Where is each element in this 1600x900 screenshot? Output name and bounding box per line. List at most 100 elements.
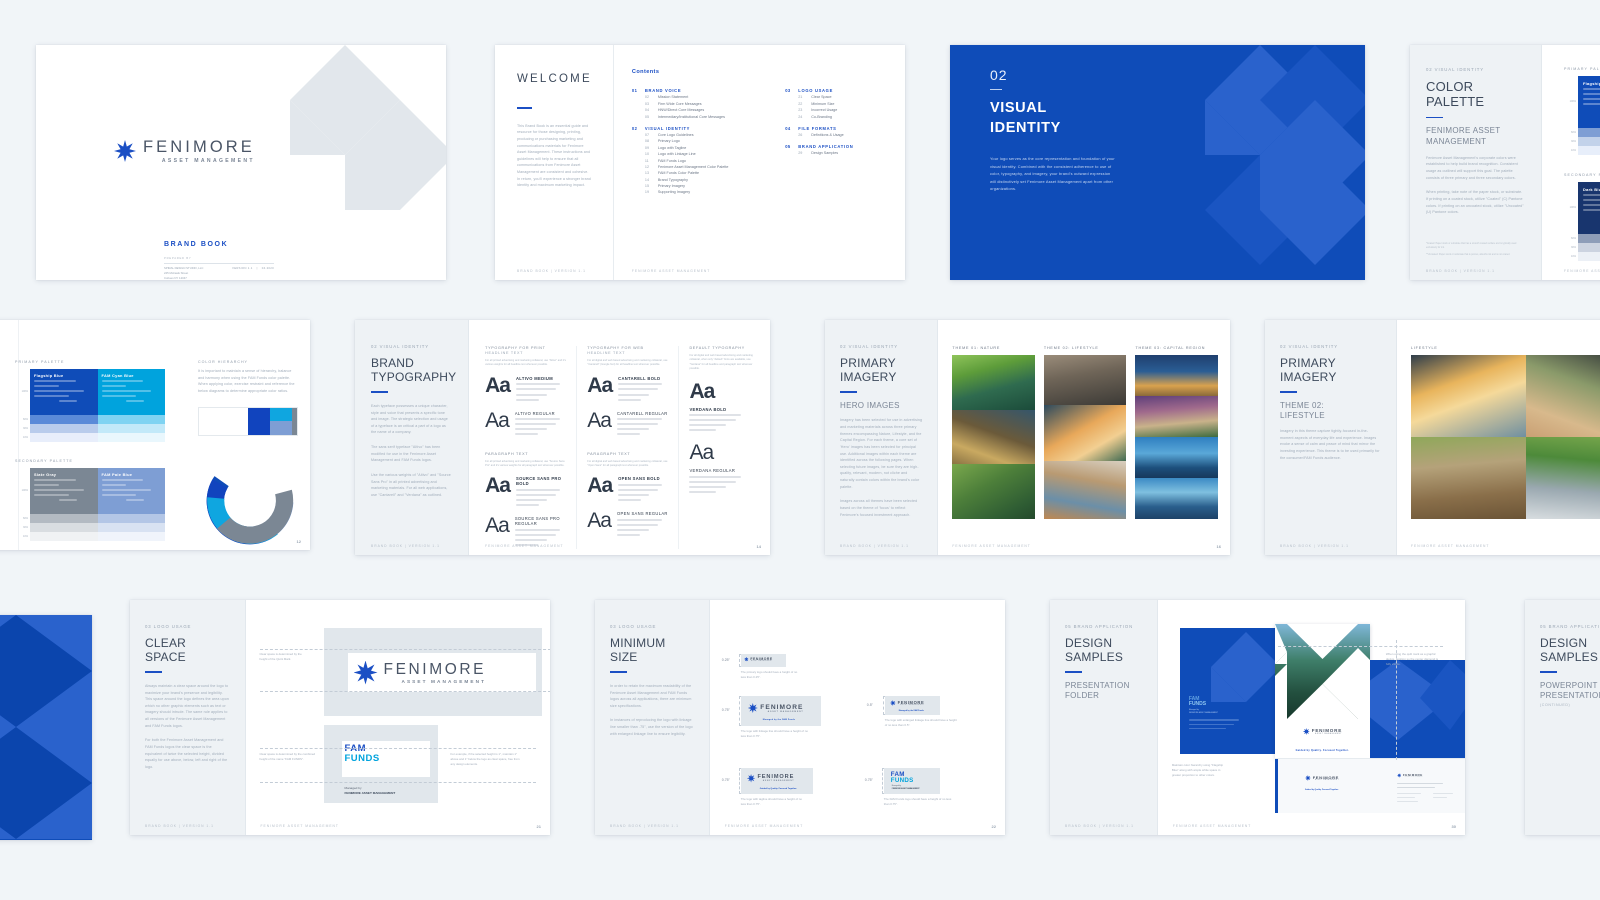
- page-clear-space[interactable]: 03 LOGO USAGE CLEAR SPACE Always maintai…: [130, 600, 550, 835]
- contents-item[interactable]: 23 Incorrect Usage: [785, 108, 887, 112]
- palette-fineprint-2: **Uncoated: Paper stock or substrate tha…: [1426, 254, 1511, 257]
- contents-section: 02 VISUAL IDENTITY: [632, 126, 769, 131]
- cover-logo: FENIMORE ASSET MANAGEMENT: [114, 138, 255, 164]
- page-eyebrow: 03 LOGO USAGE: [610, 624, 657, 629]
- contents-item[interactable]: 12 Fenimore Asset Management Color Palett…: [632, 165, 769, 169]
- contents-item-page: 12: [644, 164, 649, 169]
- page-brand-typography[interactable]: 02 VISUAL IDENTITY BRAND TYPOGRAPHY Each…: [355, 320, 770, 555]
- minsize-caption: The logo with enlarged linkage line shou…: [884, 718, 957, 728]
- page-cover[interactable]: FENIMORE ASSET MANAGEMENT BRAND BOOK PRE…: [36, 45, 446, 280]
- typography-paragraph-1: Each typeface possesses a unique charact…: [371, 403, 448, 435]
- cover-version-separator: |: [256, 266, 258, 271]
- contents-item[interactable]: 24 Co-Branding: [785, 115, 887, 119]
- page-visual-identity-divider[interactable]: 02 VISUAL IDENTITY Your logo serves as t…: [950, 45, 1365, 280]
- famfunds-managed-brand: FENIMORE ASSET MANAGEMENT: [1188, 711, 1219, 714]
- section-title-line1: VISUAL: [990, 100, 1047, 116]
- contents-item[interactable]: 11 FAM Funds Logo: [632, 159, 769, 163]
- contents-item[interactable]: 08 Primary Logo: [632, 139, 769, 143]
- contents-item[interactable]: 02 Mission Statement: [632, 95, 769, 99]
- contents-item[interactable]: 26 Definitions & Usage: [785, 133, 887, 137]
- page-footer-left: BRAND BOOK | VERSION 1.1: [517, 269, 587, 273]
- minsize-dimension: 0.75": [721, 778, 730, 782]
- theme-photo-stack: [1135, 355, 1218, 519]
- column-note-2: For all digital and web based advertisin…: [587, 459, 668, 467]
- swatch-name: Flagship Blue: [34, 373, 64, 378]
- page-eyebrow: 02 VISUAL IDENTITY: [840, 344, 899, 349]
- contents-item[interactable]: 29 Design Samples: [785, 151, 887, 155]
- type-sample-name: CANTARELL REGULAR: [616, 410, 668, 416]
- page-subtitle-line1: POWERPOINT: [1540, 680, 1598, 690]
- contents-item-label: Intermediary/Institutional Core Messages: [657, 114, 725, 119]
- contents-item[interactable]: 07 Core Logo Guidelines: [632, 133, 769, 137]
- type-sample-name: OPEN SANS BOLD: [618, 476, 660, 482]
- contents-item[interactable]: 05 Intermediary/Institutional Core Messag…: [632, 115, 769, 119]
- contents-item[interactable]: 09 Logo with Tagline: [632, 146, 769, 150]
- contents-section-number: 02: [631, 125, 638, 131]
- minsize-logo-box: FAM FUNDS Managed by FENIMORE ASSET MANA…: [883, 768, 940, 794]
- contents-item-label: FAM Funds Logo: [657, 158, 686, 163]
- contents-item[interactable]: 14 Brand Typography: [632, 178, 769, 182]
- page-imagery-lifestyle[interactable]: 02 VISUAL IDENTITY PRIMARY IMAGERY THEME…: [1265, 320, 1600, 555]
- page-eyebrow: 03 LOGO USAGE: [145, 624, 192, 629]
- contents-item-page: 24: [798, 114, 803, 119]
- page-design-samples[interactable]: 05 BRAND APPLICATION DESIGN SAMPLES PRES…: [1050, 600, 1465, 835]
- minsize-logo-box: FENIMORE ASSET MANAGEMENT Managed by the…: [884, 696, 940, 715]
- contents-item[interactable]: 21 Clear Space: [785, 95, 887, 99]
- page-subtitle-line2: PRESENTATION: [1540, 691, 1600, 701]
- page-title-line2: PALETTE: [1426, 94, 1485, 110]
- contents-item[interactable]: 03 Firm Wide Core Messages: [632, 102, 769, 106]
- contents-item[interactable]: 19 Supporting Imagery: [632, 190, 769, 194]
- page-color-palette[interactable]: 02 VISUAL IDENTITY COLOR PALETTE FENIMOR…: [1410, 45, 1600, 280]
- swatch-name-secondary: Dark Blue: [1583, 187, 1600, 192]
- contents-section-number: 05: [785, 143, 791, 149]
- contents-section-number: 03: [785, 88, 791, 93]
- type-sample-name: VERDANA BOLD: [689, 406, 727, 412]
- page-minimum-size[interactable]: 03 LOGO USAGE MINIMUM SIZE In order to r…: [595, 600, 1005, 835]
- contents-item-page: 03: [644, 101, 649, 106]
- hierarchy-ratio-bar: [198, 406, 298, 436]
- contents-heading: Contents: [631, 69, 660, 75]
- contents-item-label: Fenimore Asset Management Color Palette: [657, 164, 729, 169]
- cover-version: VERSION 1.1: [232, 266, 253, 271]
- page-palette-spread[interactable]: PRIMARY PALETTE 100% 60% 30% 10% Flagshi…: [0, 320, 310, 550]
- swatch-name-primary: Flagship Blue: [1583, 81, 1600, 86]
- contents-item[interactable]: 15 Primary Imagery: [632, 184, 769, 188]
- type-sample-glyph: Aa: [587, 474, 613, 498]
- palette-fineprint-1: *Coated: Paper stock or substrate that h…: [1426, 243, 1517, 250]
- column-heading-2: PARAGRAPH TEXT: [587, 451, 631, 456]
- minsize-caption: The FAM Funds logo should have a height …: [883, 797, 952, 807]
- color-hierarchy-heading: COLOR HIERARCHY: [198, 360, 248, 364]
- page-primary-imagery[interactable]: 02 VISUAL IDENTITY PRIMARY IMAGERY HERO …: [825, 320, 1230, 555]
- page-design-samples-powerpoint[interactable]: 05 BRAND APPLICATION DESIGN SAMPLES POWE…: [1525, 600, 1600, 835]
- page-footer-left: BRAND BOOK | VERSION 1.1: [610, 824, 680, 828]
- page-footer-left: BRAND BOOK | VERSION 1.1: [1426, 269, 1496, 273]
- type-sample-glyph: Aa: [587, 408, 612, 432]
- contents-item[interactable]: 04 HNW/Direct Core Messages: [632, 108, 769, 112]
- contents-item-label: Clear Space: [811, 95, 832, 100]
- column-note: For all printed advertising and marketin…: [485, 359, 566, 367]
- theme-label: THEME 01: NATURE: [952, 346, 1001, 350]
- typography-paragraph-3: Use the various weights of "Altivo" and …: [371, 473, 451, 497]
- page-welcome[interactable]: WELCOME This Brand Book is an essential …: [495, 45, 905, 280]
- page-blue-divider-partial[interactable]: [0, 615, 92, 840]
- page-title-line1: DESIGN: [1065, 636, 1113, 650]
- primary-palette-heading: PRIMARY PALETTE: [1564, 67, 1600, 71]
- cover-title: BRAND BOOK: [164, 241, 229, 248]
- color-hierarchy-paragraph: It is important to maintain a sense of h…: [198, 369, 295, 393]
- famfunds-line2: FUNDS: [344, 752, 380, 764]
- minsize-dimension: 0.25": [721, 658, 730, 662]
- contents-item[interactable]: 22 Minimum Size: [785, 102, 887, 106]
- contents-item-label: Supporting Imagery: [657, 190, 691, 195]
- contents-item-page: 21: [798, 95, 803, 100]
- imagery-theme-column: THEME 01: NATURE: [952, 346, 1035, 520]
- section-title-line2: IDENTITY: [990, 119, 1061, 136]
- page-subtitle-line1: FENIMORE ASSET: [1426, 126, 1501, 136]
- theme-photo-stack: [1043, 355, 1127, 519]
- contents-item[interactable]: 13 FAM Funds Color Palette: [632, 171, 769, 175]
- page-footer-center: FENIMORE ASSET MANAGEMENT: [1411, 544, 1490, 548]
- column-note: For all digital and web based advertisin…: [689, 354, 753, 371]
- prepared-by-address-2: Cohoes NY 12047: [164, 275, 187, 280]
- page-footer-center: FENIMORE ASSET MANAGEMENT: [631, 269, 711, 273]
- contents-item[interactable]: 10 Logo with Linkage Line: [632, 152, 769, 156]
- page-title-line1: COLOR: [1426, 79, 1474, 94]
